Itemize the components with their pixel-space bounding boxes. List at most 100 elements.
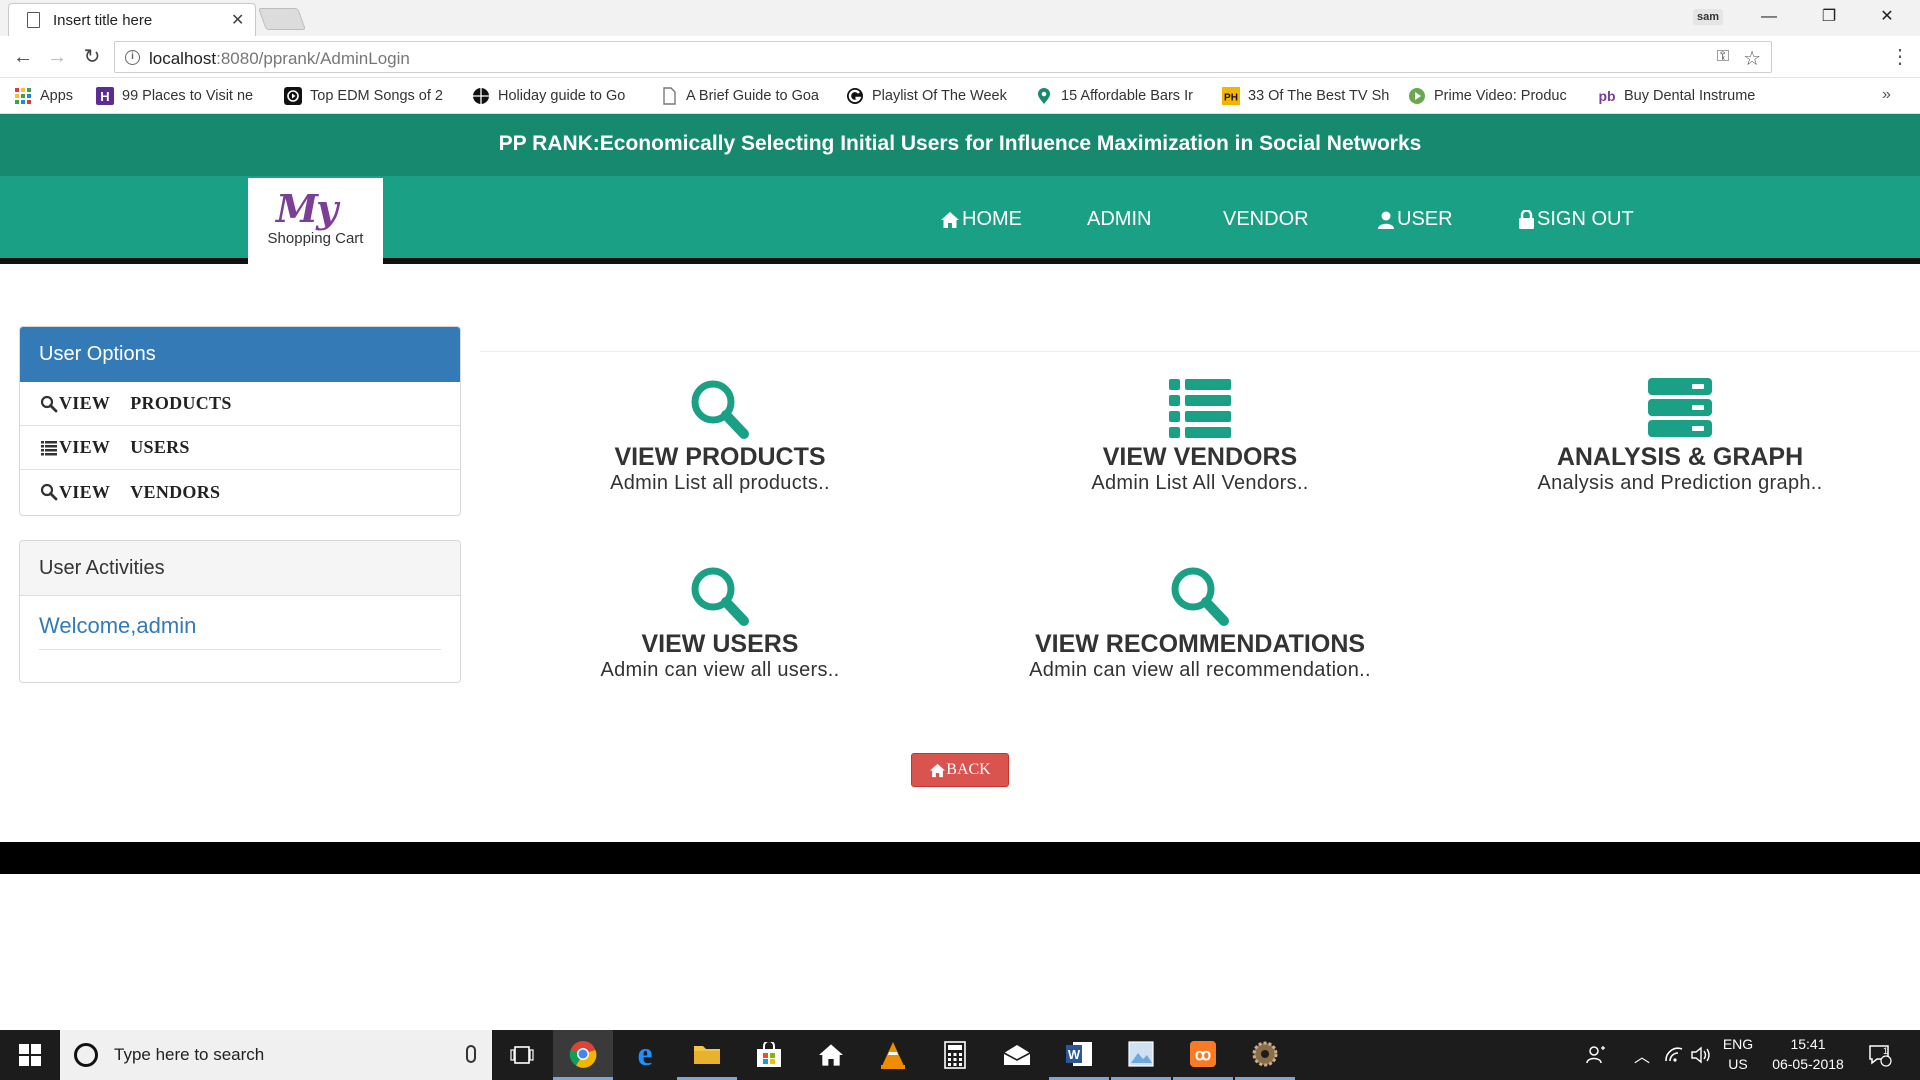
cortana-icon [74,1043,98,1067]
nav-signout[interactable]: SIGN OUT [1518,208,1634,231]
card-title[interactable]: VIEW USERS [480,630,960,659]
welcome-link[interactable]: Welcome,admin [39,613,441,650]
option-object: USERS [130,437,190,457]
card-view-recommendations[interactable]: VIEW RECOMMENDATIONS Admin can view all r… [960,564,1440,682]
prime-play-icon [1408,87,1426,105]
address-bar[interactable]: i localhost:8080/pprank/AdminLogin ⚿ ☆ [114,41,1772,73]
card-title[interactable]: VIEW VENDORS [960,443,1440,472]
bookmark-item[interactable]: A Brief Guide to Goa [660,85,832,107]
bookmark-label: 33 Of The Best TV Sh [1248,88,1390,104]
store-icon[interactable] [739,1030,799,1080]
chrome-icon[interactable] [553,1030,613,1080]
gear-app-icon[interactable] [1235,1030,1295,1080]
nav-home[interactable]: HOME [940,208,1022,231]
user-activities-heading: User Activities [20,541,460,596]
mail-icon[interactable] [987,1030,1047,1080]
notification-center-icon[interactable]: 1 [1868,1030,1892,1080]
home-icon [930,763,946,777]
minimize-button[interactable]: — [1746,2,1792,32]
chevron-up-icon[interactable]: ︿ [1634,1030,1650,1080]
option-verb: VIEW [59,481,111,502]
back-button[interactable]: BACK [911,753,1009,787]
file-explorer-icon[interactable] [677,1030,737,1080]
card-title[interactable]: VIEW PRODUCTS [480,443,960,472]
bookmark-item[interactable]: Apps [14,85,84,107]
browser-tab-active[interactable]: Insert title here ✕ [8,3,256,36]
card-analysis-graph[interactable]: ANALYSIS & GRAPH Analysis and Prediction … [1440,377,1920,495]
clock[interactable]: 15:41 06-05-2018 [1768,1034,1848,1074]
search-icon[interactable] [480,564,960,628]
search-icon[interactable] [960,564,1440,628]
card-view-products[interactable]: VIEW PRODUCTS Admin List all products.. [480,377,960,495]
notification-count: 1 [1883,1046,1889,1056]
card-title[interactable]: ANALYSIS & GRAPH [1440,443,1920,472]
sidebar-option-products[interactable]: VIEW PRODUCTS [20,382,460,426]
card-view-vendors[interactable]: VIEW VENDORS Admin List All Vendors.. [960,377,1440,495]
sidebar-option-vendors[interactable]: VIEW VENDORS [20,470,460,514]
task-view-icon[interactable] [492,1030,552,1080]
bookmark-item[interactable]: Holiday guide to Go [472,85,644,107]
lock-icon [1519,210,1534,229]
tab-close-icon[interactable]: ✕ [231,10,244,30]
people-icon[interactable] [1586,1030,1606,1080]
key-icon[interactable]: ⚿ [1717,48,1729,66]
bookmark-item[interactable]: pb Buy Dental Instrume [1598,85,1778,107]
restore-button[interactable]: ❐ [1806,2,1852,32]
browser-toolbar: ← → ↻ i localhost:8080/pprank/AdminLogin… [0,36,1920,78]
card-title[interactable]: VIEW RECOMMENDATIONS [960,630,1440,659]
home-icon [941,211,959,228]
home-app-icon[interactable] [801,1030,861,1080]
option-verb: VIEW [59,393,111,413]
new-tab-button[interactable] [257,8,307,30]
sidebar-option-users[interactable]: VIEW USERS [20,426,460,470]
language-indicator[interactable]: ENG US [1718,1034,1758,1074]
windows-logo-icon [19,1044,41,1066]
bookmark-item[interactable]: Prime Video: Produc [1408,85,1580,107]
user-options-panel: User Options VIEW PRODUCTS VIEW USERS VIEW VE… [19,326,461,516]
clock-date: 06-05-2018 [1772,1056,1844,1072]
windows-taskbar: Type here to search e W ꝏ ︿ ENG US 15:41… [0,1030,1920,1080]
list-icon[interactable] [960,377,1440,441]
bookmark-star-icon[interactable]: ☆ [1743,46,1761,71]
microphone-icon[interactable] [466,1045,476,1063]
search-icon[interactable] [480,377,960,441]
bookmark-item[interactable]: PH 33 Of The Best TV Sh [1222,85,1394,107]
start-button[interactable] [0,1030,60,1080]
page-icon [660,87,678,105]
list-icon [40,439,58,457]
image-viewer-icon[interactable] [1111,1030,1171,1080]
bookmark-label: Prime Video: Produc [1434,88,1567,104]
back-arrow-icon[interactable]: ← [10,44,36,70]
nav-user[interactable]: USER [1377,208,1453,231]
xampp-icon[interactable]: ꝏ [1173,1030,1233,1080]
language-code: ENG [1722,1036,1754,1052]
close-window-button[interactable]: ✕ [1864,2,1910,32]
bookmark-item[interactable]: Playlist Of The Week [846,85,1018,107]
bookmark-item[interactable]: Top EDM Songs of 2 [284,85,456,107]
info-icon[interactable]: i [125,50,140,65]
edge-icon[interactable]: e [615,1030,675,1080]
forward-arrow-icon[interactable]: → [44,44,70,70]
menu-dots-icon[interactable]: ⋮ [1890,44,1910,69]
word-icon[interactable]: W [1049,1030,1109,1080]
page-footer [0,842,1920,874]
bookmark-item[interactable]: H 99 Places to Visit ne [96,85,268,107]
volume-icon[interactable] [1690,1030,1712,1080]
taskbar-search-box[interactable]: Type here to search [60,1030,492,1080]
nav-admin[interactable]: ADMIN [1087,208,1151,231]
nav-vendor[interactable]: VENDOR [1223,208,1309,231]
bookmark-item[interactable]: 15 Affordable Bars Ir [1035,85,1207,107]
bookmarks-overflow-icon[interactable]: » [1882,86,1891,104]
profile-badge[interactable]: sam [1693,9,1723,25]
reload-icon[interactable]: ↻ [79,44,105,70]
logo-script: My [276,186,338,231]
wifi-icon[interactable] [1664,1030,1684,1080]
play-circle-icon [284,87,302,105]
shopping-cart-logo[interactable]: My Shopping Cart [248,178,383,264]
vlc-icon[interactable] [863,1030,923,1080]
card-description: Admin can view all users.. [600,659,840,681]
calculator-icon[interactable] [925,1030,985,1080]
card-view-users[interactable]: VIEW USERS Admin can view all users.. [480,564,960,682]
server-icon[interactable] [1440,377,1920,441]
apps-grid-icon [14,87,32,105]
